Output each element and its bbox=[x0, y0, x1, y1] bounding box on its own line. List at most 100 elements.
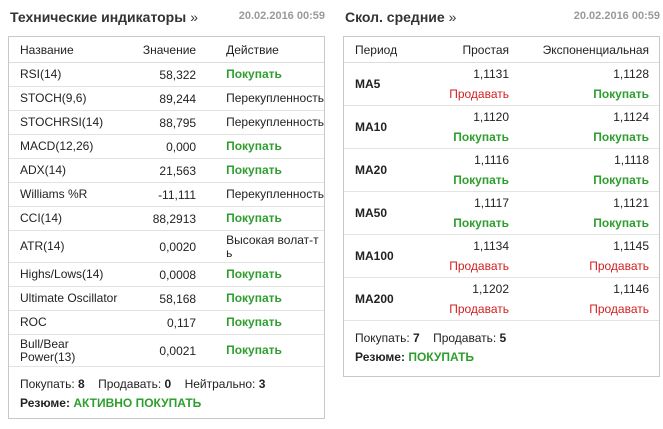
column-header-name: Название bbox=[9, 37, 130, 63]
indicator-value: 58,168 bbox=[129, 286, 212, 311]
ma-simple-cell: 1,1134 Продавать bbox=[435, 234, 511, 278]
ma-simple-action: Продавать bbox=[449, 87, 509, 101]
ma-simple-value: 1,1202 bbox=[472, 282, 509, 296]
resume-value: ПОКУПАТЬ bbox=[408, 350, 475, 364]
technical-summary: Покупать: 8 Продавать: 0 Нейтрально: 3 Р… bbox=[9, 367, 324, 413]
table-row: ADX(14) 21,563 Покупать bbox=[9, 158, 324, 183]
table-row: Williams %R -11,111 Перекупленность bbox=[9, 182, 324, 207]
table-row: CCI(14) 88,2913 Покупать bbox=[9, 206, 324, 231]
indicator-name: STOCH(9,6) bbox=[9, 86, 130, 111]
table-row: Highs/Lows(14) 0,0008 Покупать bbox=[9, 262, 324, 287]
ma-simple-action: Покупать bbox=[453, 173, 509, 187]
moving-averages-title[interactable]: Скол. средние bbox=[345, 9, 445, 25]
ma-period: MA20 bbox=[344, 148, 435, 192]
sell-count-label: Продавать: bbox=[433, 331, 497, 345]
double-chevron-right-icon[interactable]: » bbox=[449, 9, 457, 25]
double-chevron-right-icon[interactable]: » bbox=[190, 9, 198, 25]
indicator-value: 21,563 bbox=[129, 158, 212, 183]
table-row: MACD(12,26) 0,000 Покупать bbox=[9, 134, 324, 159]
resume-label: Резюме: bbox=[20, 396, 70, 410]
indicator-name: Highs/Lows(14) bbox=[9, 262, 130, 287]
indicator-action: Покупать bbox=[211, 206, 324, 231]
indicator-name: Ultimate Oscillator bbox=[9, 286, 130, 311]
moving-averages-panel: Скол. средние» 20.02.2016 00:59 Период П… bbox=[343, 0, 660, 377]
neutral-count: 3 bbox=[258, 377, 266, 391]
table-row: ATR(14) 0,0020 Высокая волат-ть bbox=[9, 230, 324, 263]
moving-averages-summary: Покупать: 7 Продавать: 5 Резюме: ПОКУПАТ… bbox=[344, 321, 659, 367]
ma-exponential-value: 1,1146 bbox=[613, 282, 649, 296]
ma-simple-cell: 1,1120 Покупать bbox=[435, 105, 511, 149]
ma-period: MA50 bbox=[344, 191, 435, 235]
resume-value: АКТИВНО ПОКУПАТЬ bbox=[73, 396, 202, 410]
table-row: STOCHRSI(14) 88,795 Перекупленность bbox=[9, 110, 324, 135]
sell-count: 5 bbox=[499, 331, 507, 345]
ma-period: MA100 bbox=[344, 234, 435, 278]
table-row: MA100 1,1134 Продавать 1,1145 Продавать bbox=[344, 234, 659, 278]
table-row: RSI(14) 58,322 Покупать bbox=[9, 62, 324, 87]
table-row: Bull/Bear Power(13) 0,0021 Покупать bbox=[9, 334, 324, 367]
indicator-name: RSI(14) bbox=[9, 62, 130, 87]
indicator-name: STOCHRSI(14) bbox=[9, 110, 130, 135]
ma-exponential-cell: 1,1145 Продавать bbox=[511, 234, 659, 278]
technical-summary-counts: Покупать: 8 Продавать: 0 Нейтрально: 3 bbox=[20, 375, 324, 394]
sell-count: 0 bbox=[164, 377, 172, 391]
technical-indicators-title-link[interactable]: Технические индикаторы» bbox=[10, 9, 198, 25]
column-header-value: Значение bbox=[129, 37, 212, 63]
column-header-simple: Простая bbox=[435, 37, 511, 63]
buy-count-label: Покупать: bbox=[20, 377, 75, 391]
indicator-value: 58,322 bbox=[129, 62, 212, 87]
ma-exponential-action: Продавать bbox=[589, 302, 649, 316]
ma-exponential-action: Покупать bbox=[593, 216, 649, 230]
table-row: Ultimate Oscillator 58,168 Покупать bbox=[9, 286, 324, 311]
indicator-action: Покупать bbox=[211, 262, 324, 287]
indicator-action: Перекупленность bbox=[211, 86, 324, 111]
technical-indicators-box: Название Значение Действие RSI(14) 58,322… bbox=[8, 36, 325, 419]
ma-simple-value: 1,1131 bbox=[473, 67, 509, 81]
ma-simple-value: 1,1134 bbox=[473, 239, 509, 253]
moving-averages-title-link[interactable]: Скол. средние» bbox=[345, 9, 456, 25]
ma-simple-cell: 1,1131 Продавать bbox=[435, 62, 511, 106]
ma-exponential-cell: 1,1124 Покупать bbox=[511, 105, 659, 149]
indicator-name: ATR(14) bbox=[9, 230, 130, 263]
ma-exponential-action: Продавать bbox=[589, 259, 649, 273]
table-row: MA200 1,1202 Продавать 1,1146 Продавать bbox=[344, 277, 659, 321]
ma-simple-action: Продавать bbox=[449, 259, 509, 273]
table-row: MA50 1,1117 Покупать 1,1121 Покупать bbox=[344, 191, 659, 235]
indicator-action: Покупать bbox=[211, 286, 324, 311]
ma-simple-value: 1,1120 bbox=[473, 110, 509, 124]
indicator-action: Покупать bbox=[211, 158, 324, 183]
moving-averages-timestamp: 20.02.2016 00:59 bbox=[573, 10, 660, 22]
ma-exponential-value: 1,1124 bbox=[613, 110, 649, 124]
indicator-action: Покупать bbox=[211, 134, 324, 159]
ma-simple-cell: 1,1116 Покупать bbox=[435, 148, 511, 192]
ma-period: MA10 bbox=[344, 105, 435, 149]
ma-exponential-action: Покупать bbox=[593, 87, 649, 101]
indicator-action: Высокая волат-ть bbox=[211, 230, 324, 263]
ma-exponential-cell: 1,1121 Покупать bbox=[511, 191, 659, 235]
technical-indicators-title[interactable]: Технические индикаторы bbox=[10, 9, 186, 25]
moving-averages-summary-resume: Резюме: ПОКУПАТЬ bbox=[355, 348, 659, 367]
table-row: ROC 0,117 Покупать bbox=[9, 310, 324, 335]
table-row: MA20 1,1116 Покупать 1,1118 Покупать bbox=[344, 148, 659, 192]
indicator-name: Williams %R bbox=[9, 182, 130, 207]
column-header-action: Действие bbox=[211, 37, 324, 63]
table-header-row: Период Простая Экспоненциальная bbox=[344, 37, 659, 63]
column-header-period: Период bbox=[344, 37, 435, 63]
table-header-row: Название Значение Действие bbox=[9, 37, 324, 63]
ma-simple-cell: 1,1202 Продавать bbox=[435, 277, 511, 321]
ma-simple-action: Покупать bbox=[453, 216, 509, 230]
indicator-name: MACD(12,26) bbox=[9, 134, 130, 159]
indicator-value: 0,0020 bbox=[129, 230, 212, 263]
technical-indicators-rows: RSI(14) 58,322 Покупать STOCH(9,6) 89,244 Пер… bbox=[9, 62, 324, 367]
ma-simple-value: 1,1117 bbox=[474, 196, 509, 210]
table-row: MA5 1,1131 Продавать 1,1128 Покупать bbox=[344, 62, 659, 106]
indicator-value: 0,0008 bbox=[129, 262, 212, 287]
buy-count: 7 bbox=[413, 331, 420, 345]
ma-period: MA200 bbox=[344, 277, 435, 321]
ma-exponential-cell: 1,1128 Покупать bbox=[511, 62, 659, 106]
ma-simple-action: Продавать bbox=[449, 302, 509, 316]
column-header-exponential: Экспоненциальная bbox=[511, 37, 659, 63]
ma-exponential-value: 1,1118 bbox=[614, 153, 649, 167]
buy-count: 8 bbox=[78, 377, 85, 391]
sell-count-label: Продавать: bbox=[98, 377, 162, 391]
